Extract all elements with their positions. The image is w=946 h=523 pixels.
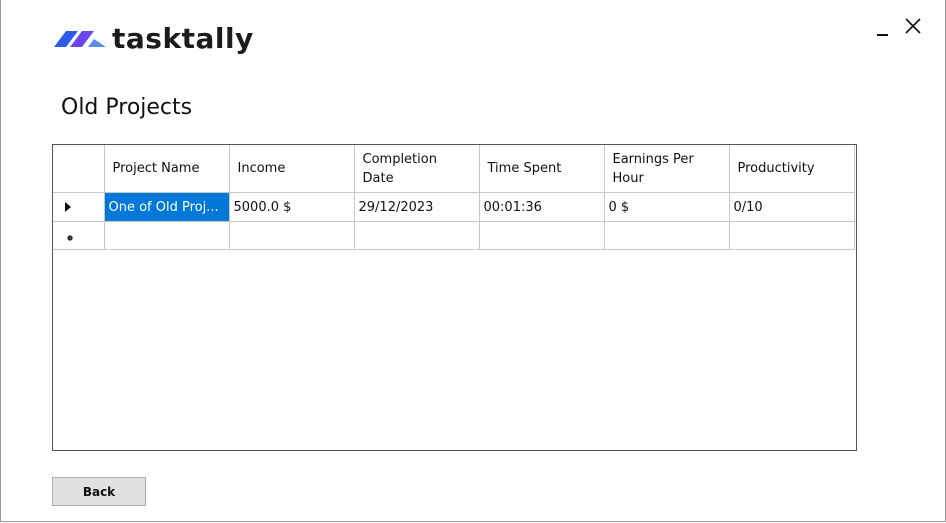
close-button[interactable] bbox=[901, 14, 925, 38]
table-row[interactable]: One of Old Proj... 5000.0 $ 29/12/2023 0… bbox=[53, 192, 855, 222]
cell-productivity[interactable]: 0/10 bbox=[729, 192, 855, 222]
cell-earnings-per-hour[interactable]: 0 $ bbox=[604, 192, 730, 222]
new-cell-completion-date[interactable] bbox=[354, 221, 480, 250]
tasktally-logo-icon bbox=[54, 31, 106, 47]
cell-completion-date[interactable]: 29/12/2023 bbox=[354, 192, 480, 222]
column-header-income[interactable]: Income bbox=[229, 145, 355, 193]
cell-project-name[interactable]: One of Old Proj... bbox=[104, 192, 230, 222]
column-header-productivity[interactable]: Productivity bbox=[729, 145, 855, 193]
column-header-completion-date[interactable]: Completion Date bbox=[354, 145, 480, 193]
back-button[interactable]: Back bbox=[52, 477, 146, 506]
minimize-button[interactable] bbox=[871, 14, 895, 38]
cell-income[interactable]: 5000.0 $ bbox=[229, 192, 355, 222]
new-row-star-icon bbox=[67, 234, 73, 241]
new-cell-earnings-per-hour[interactable] bbox=[604, 221, 730, 250]
projects-table: Project Name Income Completion Date Time… bbox=[53, 145, 855, 250]
tasktally-logo: tasktally bbox=[52, 22, 254, 56]
current-row-arrow-icon bbox=[65, 202, 71, 212]
new-cell-time-spent[interactable] bbox=[479, 221, 605, 250]
close-icon bbox=[905, 18, 921, 34]
column-header-earnings-per-hour[interactable]: Earnings Per Hour bbox=[604, 145, 730, 193]
row-header[interactable] bbox=[53, 192, 105, 222]
app-window: tasktally Old Projects Project Name Inco… bbox=[0, 0, 946, 522]
new-row[interactable] bbox=[53, 221, 855, 250]
new-row-header[interactable] bbox=[53, 221, 105, 250]
old-projects-grid[interactable]: Project Name Income Completion Date Time… bbox=[52, 144, 857, 451]
new-cell-income[interactable] bbox=[229, 221, 355, 250]
page-title: Old Projects bbox=[61, 95, 193, 120]
column-header-row: Project Name Income Completion Date Time… bbox=[53, 145, 855, 193]
column-header-time-spent[interactable]: Time Spent bbox=[479, 145, 605, 193]
row-header-corner[interactable] bbox=[53, 145, 105, 193]
new-cell-productivity[interactable] bbox=[729, 221, 855, 250]
cell-time-spent[interactable]: 00:01:36 bbox=[479, 192, 605, 222]
column-header-project-name[interactable]: Project Name bbox=[104, 145, 230, 193]
brand-name: tasktally bbox=[112, 22, 254, 55]
new-cell-project-name[interactable] bbox=[104, 221, 230, 250]
